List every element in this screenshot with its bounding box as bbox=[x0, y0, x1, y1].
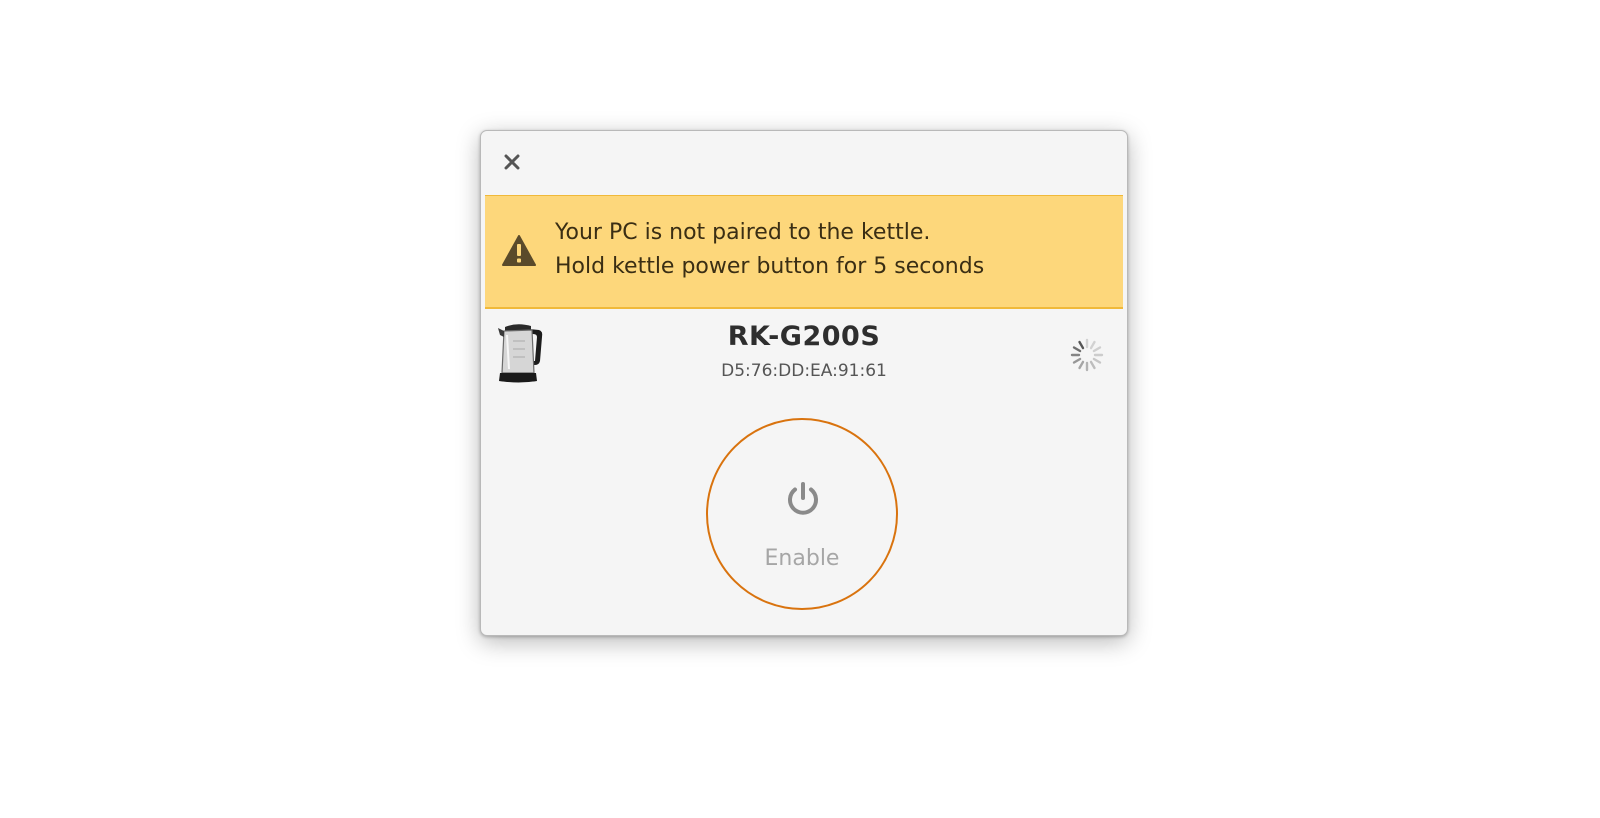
enable-power-button[interactable]: Enable bbox=[706, 418, 898, 610]
dialog-titlebar bbox=[481, 131, 1127, 195]
infobar-line-1: Your PC is not paired to the kettle. bbox=[555, 220, 931, 245]
pairing-dialog: Your PC is not paired to the kettle. Hol… bbox=[480, 130, 1128, 636]
infobar-message: Your PC is not paired to the kettle. Hol… bbox=[555, 216, 984, 284]
power-icon bbox=[788, 482, 818, 515]
enable-label: Enable bbox=[764, 546, 840, 571]
infobar-line-2: Hold kettle power button for 5 seconds bbox=[555, 254, 985, 279]
pairing-warning-infobar: Your PC is not paired to the kettle. Hol… bbox=[485, 195, 1123, 309]
close-button[interactable] bbox=[499, 149, 525, 175]
device-mac-address: D5:76:DD:EA:91:61 bbox=[721, 361, 887, 381]
close-icon bbox=[504, 154, 520, 170]
device-row: RK-G200S D5:76:DD:EA:91:61 bbox=[481, 317, 1127, 387]
loading-spinner-icon bbox=[1070, 338, 1104, 372]
device-name: RK-G200S bbox=[727, 321, 881, 352]
warning-icon bbox=[502, 235, 536, 266]
